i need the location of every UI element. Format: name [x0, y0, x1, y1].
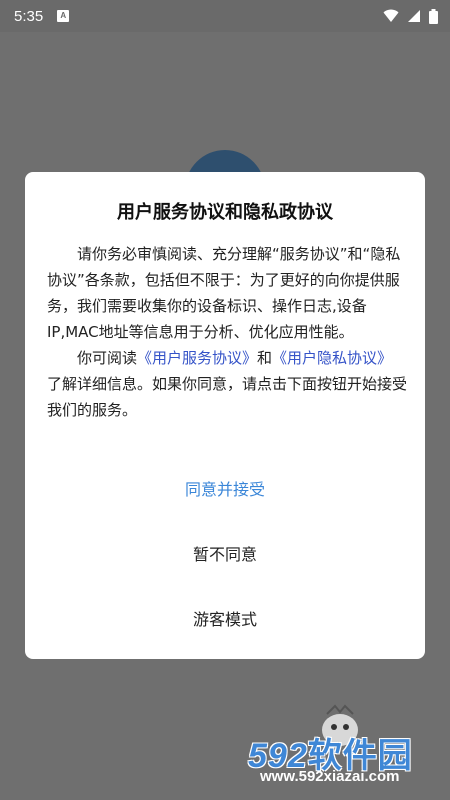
- watermark: 592软件园 www.592xiazai.com: [248, 728, 443, 788]
- dialog-body: 请你务必审慎阅读、充分理解“服务协议”和“隐私协议”各条款，包括但不限于：为了更…: [47, 241, 407, 423]
- para2-prefix: 你可阅读: [77, 349, 138, 367]
- status-time: 5:35: [14, 7, 44, 25]
- para2-and: 和: [257, 349, 273, 367]
- notification-icon: A: [57, 10, 70, 22]
- dialog-title: 用户服务协议和隐私政协议: [117, 202, 333, 223]
- privacy-agreement-link[interactable]: 《用户隐私协议》: [272, 349, 392, 367]
- status-icons: [383, 8, 438, 24]
- wifi-icon: [383, 9, 399, 22]
- service-agreement-link[interactable]: 《用户服务协议》: [137, 349, 257, 367]
- agree-button[interactable]: 同意并接受: [25, 476, 425, 500]
- decline-button[interactable]: 暂不同意: [25, 541, 425, 565]
- dialog-paragraph-2: 你可阅读《用户服务协议》和《用户隐私协议》了解详细信息。如果你同意，请点击下面按…: [47, 345, 407, 423]
- dialog-paragraph-1: 请你务必审慎阅读、充分理解“服务协议”和“隐私协议”各条款，包括但不限于：为了更…: [47, 245, 401, 341]
- battery-icon: [429, 8, 438, 24]
- watermark-url: www.592xiazai.com: [260, 768, 400, 785]
- signal-icon: [408, 10, 420, 22]
- notification-glyph: A: [60, 11, 67, 20]
- para2-suffix: 了解详细信息。如果你同意，请点击下面按钮开始接受我们的服务。: [47, 375, 408, 419]
- privacy-dialog: 用户服务协议和隐私政协议 请你务必审慎阅读、充分理解“服务协议”和“隐私协议”各…: [25, 172, 425, 659]
- guest-mode-button[interactable]: 游客模式: [25, 606, 425, 630]
- status-bar: 5:35 A: [0, 0, 450, 32]
